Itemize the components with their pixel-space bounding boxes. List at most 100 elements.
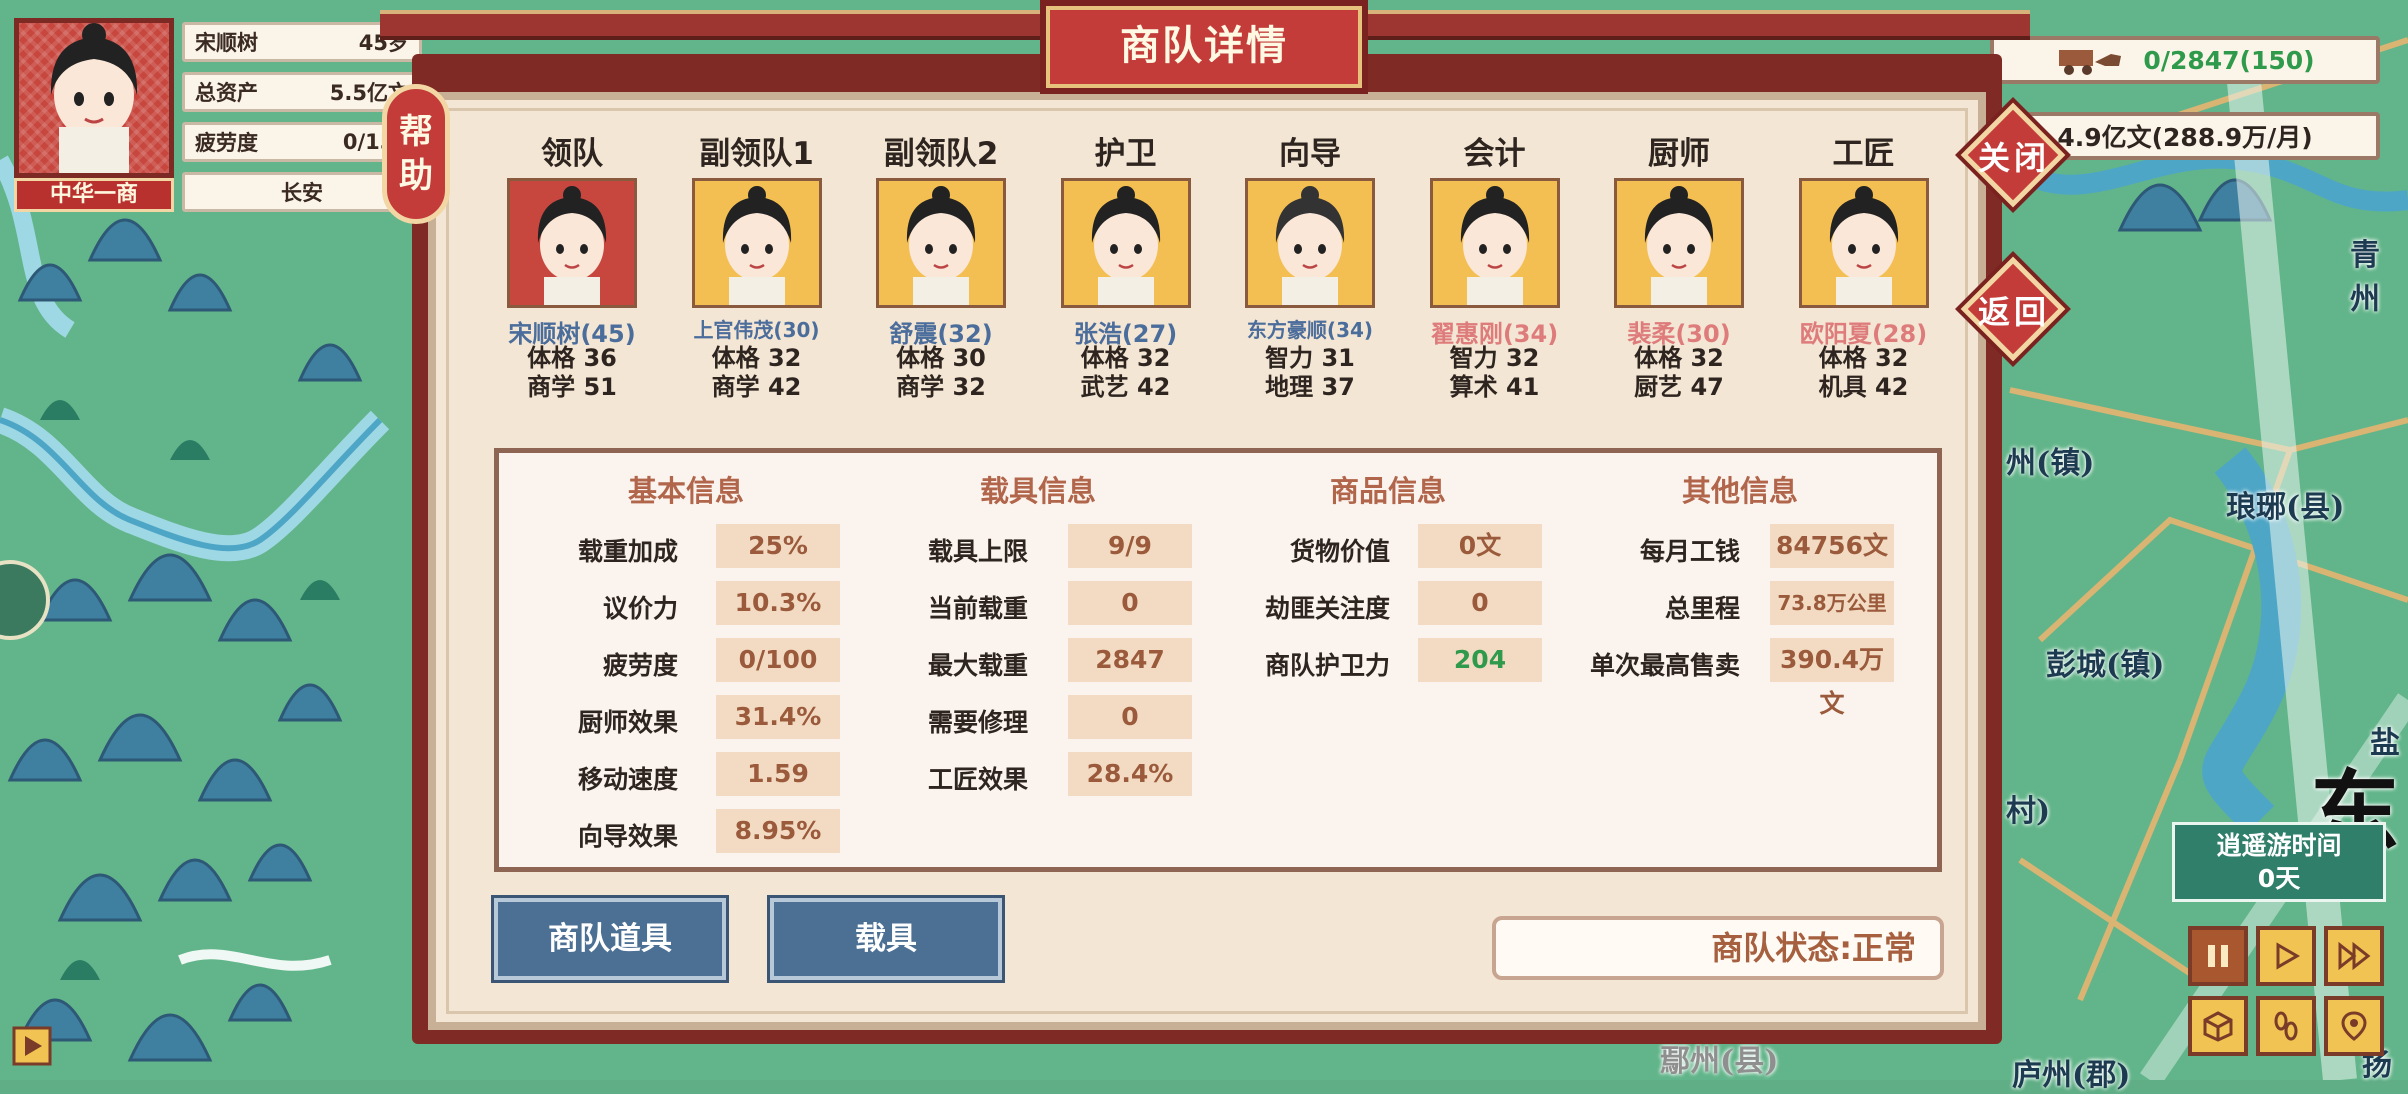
info-value: 0: [1068, 581, 1192, 625]
goods-info-title: 商品信息: [1330, 474, 1447, 508]
player-avatar-icon: [50, 23, 138, 173]
role-slot[interactable]: 副领队2 舒震(32) 体格 30 商学 32: [851, 128, 1031, 402]
member-avatar[interactable]: [1614, 178, 1744, 308]
vehicle-info-title: 载具信息: [980, 474, 1097, 508]
info-value: 204: [1418, 638, 1542, 682]
role-slot[interactable]: 护卫 张浩(27) 体格 32 武艺 42: [1036, 128, 1216, 402]
member-name: 东方豪顺(34): [1246, 318, 1374, 342]
member-stat-1: 体格 36: [527, 344, 617, 372]
location-pin-icon: [2341, 1011, 2367, 1041]
footprints-icon: [2274, 1011, 2298, 1041]
caravan-items-button[interactable]: 商队道具: [494, 898, 726, 980]
cargo-capacity-bar[interactable]: 0/2847(150): [1990, 36, 2380, 84]
member-stat-2: 商学 51: [527, 373, 617, 401]
info-value: 0/100: [716, 638, 840, 682]
member-portrait-icon: [1248, 181, 1372, 305]
player-card[interactable]: 中华一商 宋顺树 45岁 总资产 5.5亿文 疲劳度 0/150 长安: [14, 18, 434, 214]
member-portrait-icon: [1432, 181, 1557, 305]
role-title: 副领队2: [883, 136, 999, 172]
map-label-bottom-jun[interactable]: 庐州(郡): [2012, 1050, 2130, 1094]
info-value: 31.4%: [716, 695, 840, 739]
role-title: 副领队1: [699, 136, 814, 172]
role-slot[interactable]: 领队 宋顺树(45) 体格 36 商学 51: [482, 128, 662, 402]
role-slot[interactable]: 副领队1 上官伟茂(30) 体格 32 商学 42: [667, 128, 847, 402]
member-stat-2: 厨艺 47: [1634, 373, 1724, 401]
vehicles-button[interactable]: 载具: [770, 898, 1002, 980]
back-button[interactable]: 返回: [1960, 256, 2066, 362]
location-button[interactable]: [2324, 996, 2384, 1056]
close-button[interactable]: 关闭: [1960, 102, 2066, 208]
map-label-qingzhou[interactable]: 青州: [2350, 230, 2408, 318]
info-value: 28.4%: [1068, 752, 1192, 796]
info-label: 货物价值: [1289, 537, 1390, 566]
role-slot[interactable]: 向导 东方豪顺(34) 智力 31 地理 37: [1220, 128, 1400, 402]
member-avatar[interactable]: [1060, 178, 1191, 308]
info-value: 0文: [1418, 524, 1542, 568]
role-title: 向导: [1279, 136, 1341, 172]
role-title: 护卫: [1094, 136, 1157, 172]
map-label-cun[interactable]: 村): [2006, 786, 2050, 830]
map-label-yan[interactable]: 盐: [2370, 718, 2400, 762]
member-stat-1: 体格 30: [896, 344, 986, 372]
help-button[interactable]: 帮 助: [382, 84, 450, 224]
role-title: 领队: [541, 136, 603, 172]
fatigue-label: 疲劳度: [195, 131, 258, 155]
info-value: 0: [1418, 581, 1542, 625]
member-stat-2: 商学 32: [896, 373, 986, 401]
free-travel-time-box[interactable]: 逍遥游时间 0天: [2172, 822, 2386, 902]
info-label: 疲劳度: [602, 651, 678, 680]
member-name: 裴柔(30): [1627, 320, 1731, 348]
horse-cart-icon: [2059, 50, 2122, 75]
info-label: 向导效果: [577, 822, 678, 851]
member-avatar[interactable]: [1245, 178, 1375, 308]
member-avatar[interactable]: [691, 178, 822, 308]
member-avatar[interactable]: [507, 178, 637, 308]
help-label-2: 助: [399, 156, 433, 196]
pause-button[interactable]: [2188, 926, 2248, 986]
info-value: 25%: [716, 524, 840, 568]
help-label-1: 帮: [399, 112, 433, 152]
member-stat-1: 智力 32: [1449, 344, 1540, 372]
fast-forward-button[interactable]: [2324, 926, 2384, 986]
member-portrait-icon: [879, 181, 1003, 305]
cube-button[interactable]: [2188, 996, 2248, 1056]
info-label: 厨师效果: [577, 708, 678, 737]
role-slot[interactable]: 会计 翟惠刚(34) 智力 32 算术 41: [1405, 128, 1585, 402]
info-value: 10.3%: [716, 581, 840, 625]
fast-forward-icon: [2338, 941, 2371, 971]
member-name: 欧阳夏(28): [1799, 320, 1928, 348]
info-label: 总里程: [1664, 594, 1740, 623]
member-avatar[interactable]: [1429, 178, 1560, 308]
info-label: 工匠效果: [927, 765, 1028, 794]
map-label-zhou-zhen[interactable]: 州(镇): [2006, 438, 2094, 482]
member-name: 宋顺树(45): [508, 320, 636, 348]
member-stat-2: 商学 42: [711, 373, 802, 401]
play-button[interactable]: [2256, 926, 2316, 986]
member-portrait-icon: [1801, 181, 1926, 305]
member-stat-1: 体格 32: [1634, 344, 1724, 372]
member-stat-2: 机具 42: [1818, 373, 1909, 401]
info-label: 当前载重: [927, 594, 1028, 623]
cargo-capacity-value: 0/2847(150): [2143, 45, 2315, 75]
money-value: 4.9亿文(288.9万/月): [2057, 123, 2313, 152]
cube-icon: [2203, 1011, 2233, 1042]
member-stat-1: 体格 32: [711, 344, 802, 372]
info-label: 移动速度: [577, 765, 678, 794]
member-stat-2: 地理 37: [1265, 373, 1355, 401]
info-value: 1.59: [716, 752, 840, 796]
info-label: 议价力: [602, 594, 678, 623]
back-button-label: 返回: [1977, 293, 2050, 331]
map-label-pengcheng[interactable]: 彭城(镇): [2046, 640, 2164, 684]
info-label: 载具上限: [927, 537, 1028, 566]
member-stat-2: 武艺 42: [1080, 373, 1171, 401]
footprints-button[interactable]: [2256, 996, 2316, 1056]
member-avatar[interactable]: [876, 178, 1006, 308]
info-label: 劫匪关注度: [1264, 594, 1390, 623]
close-button-label: 关闭: [1977, 139, 2050, 177]
player-portrait[interactable]: [14, 18, 174, 178]
map-label-langya[interactable]: 琅琊(县): [2226, 482, 2344, 526]
role-slot[interactable]: 厨师 裴柔(30) 体格 32 厨艺 47: [1589, 128, 1769, 402]
info-label: 最大载重: [927, 651, 1028, 680]
member-avatar[interactable]: [1798, 178, 1929, 308]
role-slot[interactable]: 工匠 欧阳夏(28) 体格 32 机具 42: [1774, 128, 1954, 402]
